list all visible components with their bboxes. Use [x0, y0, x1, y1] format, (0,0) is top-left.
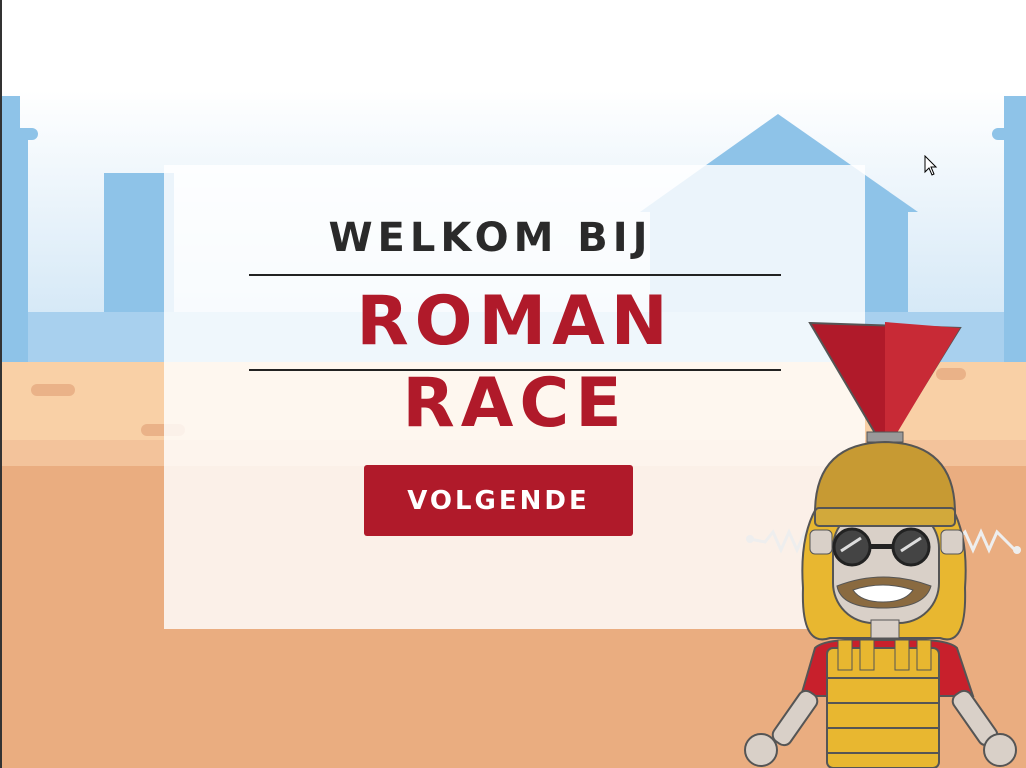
roman-soldier-robot-mascot — [744, 321, 1021, 768]
game-title: ROMAN RACE — [356, 282, 674, 443]
welcome-heading: WELKOM BIJ — [328, 215, 653, 261]
mouse-pointer-icon — [924, 155, 938, 176]
title-divider-bottom — [249, 369, 781, 371]
next-button[interactable]: VOLGENDE — [364, 465, 633, 536]
title-divider-top — [249, 274, 781, 276]
